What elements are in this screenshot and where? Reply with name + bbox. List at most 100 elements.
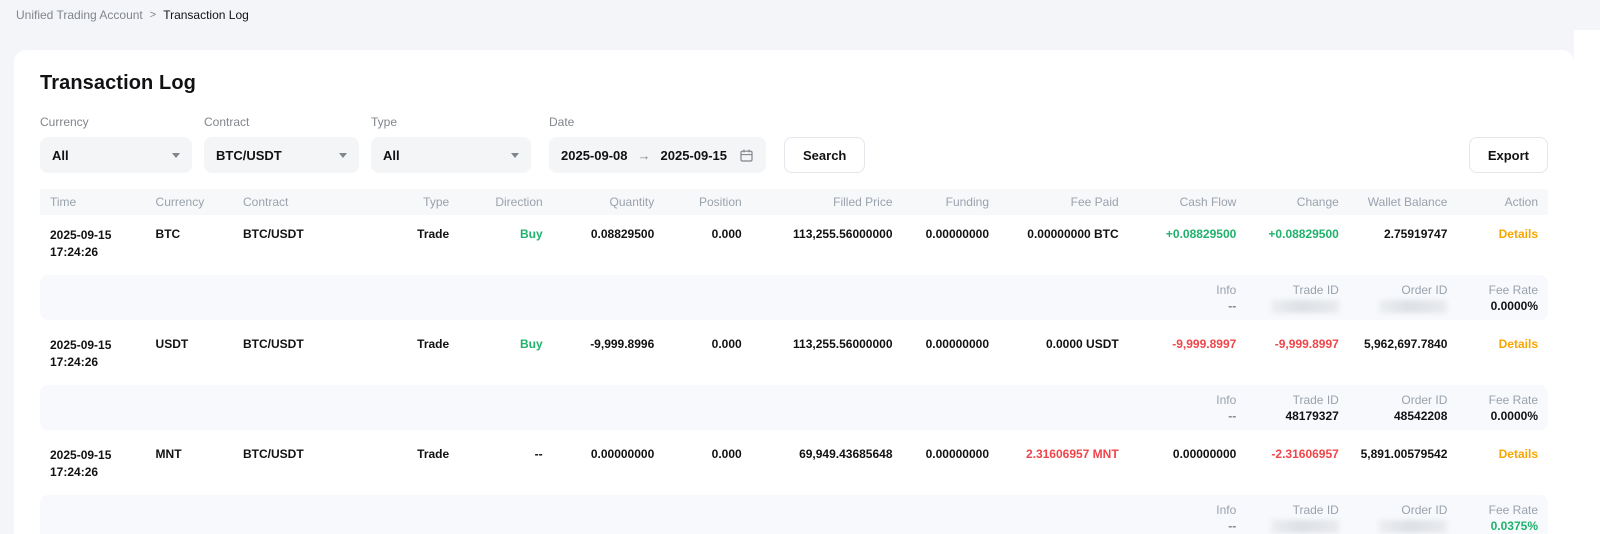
- change-value: +0.08829500: [1268, 227, 1338, 241]
- direction-value: Buy: [520, 227, 543, 241]
- type-filter-value: All: [383, 148, 400, 163]
- cell-direction: --: [459, 435, 552, 490]
- detail-fee-rate: Fee Rate 0.0375%: [1457, 490, 1548, 534]
- detail-trade-id-value: [1256, 518, 1339, 534]
- fee-paid-value: 0.0000 USDT: [1046, 337, 1119, 351]
- col-header-action: Action: [1457, 189, 1548, 215]
- detail-order-id-label: Order ID: [1359, 392, 1448, 408]
- cell-time-clock: 17:24:26: [50, 464, 136, 481]
- redacted-value: [1379, 300, 1447, 313]
- detail-order-id: Order ID: [1349, 490, 1458, 534]
- details-link[interactable]: Details: [1499, 227, 1538, 241]
- detail-info-label: Info: [1139, 502, 1237, 518]
- contract-filter-value: BTC/USDT: [216, 148, 282, 163]
- cell-time-date: 2025-09-15: [50, 337, 136, 354]
- detail-trade-id: Trade ID: [1246, 490, 1349, 534]
- cell-currency: MNT: [146, 435, 233, 490]
- chevron-down-icon: [339, 153, 347, 158]
- cell-filled-price: 113,255.56000000: [752, 325, 903, 380]
- cell-time-date: 2025-09-15: [50, 447, 136, 464]
- cell-change: -2.31606957: [1246, 435, 1349, 490]
- details-link[interactable]: Details: [1499, 447, 1538, 461]
- cell-time-clock: 17:24:26: [50, 244, 136, 261]
- detail-spacer: [40, 490, 1129, 534]
- contract-filter-select[interactable]: BTC/USDT: [204, 137, 359, 173]
- redacted-value: [1271, 520, 1339, 533]
- cash-flow-value: -9,999.8997: [1172, 337, 1236, 351]
- chevron-down-icon: [511, 153, 519, 158]
- cell-time-date: 2025-09-15: [50, 227, 136, 244]
- cell-type: Trade: [384, 215, 459, 270]
- cell-position: 0.000: [664, 215, 751, 270]
- cell-currency: USDT: [146, 325, 233, 380]
- cell-wallet-balance: 5,891.00579542: [1349, 435, 1458, 490]
- cell-type: Trade: [384, 325, 459, 380]
- cell-type: Trade: [384, 435, 459, 490]
- cell-quantity: 0.00000000: [553, 435, 665, 490]
- col-header-funding: Funding: [903, 189, 1000, 215]
- cell-quantity: -9,999.8996: [553, 325, 665, 380]
- cell-position: 0.000: [664, 435, 751, 490]
- cell-wallet-balance: 2.75919747: [1349, 215, 1458, 270]
- cell-action: Details: [1457, 325, 1548, 380]
- date-end-value: 2025-09-15: [661, 148, 728, 163]
- cell-contract: BTC/USDT: [233, 325, 384, 380]
- detail-info: Info --: [1129, 270, 1247, 325]
- currency-filter-group: Currency All: [40, 115, 192, 173]
- currency-filter-select[interactable]: All: [40, 137, 192, 173]
- table-detail-row: Info -- Trade ID: [40, 270, 1548, 325]
- date-range-arrow: →: [638, 148, 651, 163]
- detail-info: Info --: [1129, 380, 1247, 435]
- table-row: 2025-09-15 17:24:26 USDT BTC/USDT Trade …: [40, 325, 1548, 380]
- table-detail-row: Info -- Trade ID 48179327: [40, 380, 1548, 435]
- detail-fee-rate: Fee Rate 0.0000%: [1457, 270, 1548, 325]
- breadcrumb: Unified Trading Account > Transaction Lo…: [0, 0, 1600, 30]
- detail-info-value: --: [1139, 518, 1237, 534]
- fee-paid-value: 0.00000000 BTC: [1027, 227, 1118, 241]
- cell-action: Details: [1457, 215, 1548, 270]
- cell-funding: 0.00000000: [903, 325, 1000, 380]
- cell-fee-paid: 0.0000 USDT: [999, 325, 1129, 380]
- date-range-picker[interactable]: 2025-09-08 → 2025-09-15: [549, 137, 766, 173]
- details-link[interactable]: Details: [1499, 337, 1538, 351]
- cell-time-clock: 17:24:26: [50, 354, 136, 371]
- search-button[interactable]: Search: [784, 137, 865, 173]
- calendar-icon: [739, 148, 754, 163]
- col-header-currency: Currency: [146, 189, 233, 215]
- redacted-value: [1271, 300, 1339, 313]
- date-start-value: 2025-09-08: [561, 148, 628, 163]
- cell-direction: Buy: [459, 325, 552, 380]
- fee-paid-value: 2.31606957 MNT: [1026, 447, 1119, 461]
- col-header-position: Position: [664, 189, 751, 215]
- table-header-row: Time Currency Contract Type Direction Qu…: [40, 189, 1548, 215]
- cell-cash-flow: +0.08829500: [1129, 215, 1247, 270]
- cell-funding: 0.00000000: [903, 435, 1000, 490]
- cell-currency: BTC: [146, 215, 233, 270]
- detail-info-value: --: [1139, 298, 1237, 314]
- cell-action: Details: [1457, 435, 1548, 490]
- col-header-wallet-balance: Wallet Balance: [1349, 189, 1458, 215]
- detail-fee-rate-value: 0.0000%: [1467, 298, 1538, 314]
- detail-trade-id-label: Trade ID: [1256, 282, 1339, 298]
- type-filter-select[interactable]: All: [371, 137, 531, 173]
- transaction-table: Time Currency Contract Type Direction Qu…: [40, 189, 1548, 534]
- page-title: Transaction Log: [40, 72, 1548, 95]
- cell-fee-paid: 0.00000000 BTC: [999, 215, 1129, 270]
- breadcrumb-current: Transaction Log: [163, 8, 249, 22]
- detail-trade-id-value: [1256, 298, 1339, 314]
- cell-position: 0.000: [664, 325, 751, 380]
- detail-info-value: --: [1139, 408, 1237, 424]
- cell-cash-flow: -9,999.8997: [1129, 325, 1247, 380]
- breadcrumb-parent-link[interactable]: Unified Trading Account: [16, 8, 143, 22]
- cell-wallet-balance: 5,962,697.7840: [1349, 325, 1458, 380]
- detail-fee-rate-label: Fee Rate: [1467, 502, 1538, 518]
- col-header-direction: Direction: [459, 189, 552, 215]
- col-header-type: Type: [384, 189, 459, 215]
- export-button[interactable]: Export: [1469, 137, 1548, 173]
- currency-filter-label: Currency: [40, 115, 192, 129]
- table-row: 2025-09-15 17:24:26 BTC BTC/USDT Trade B…: [40, 215, 1548, 270]
- date-filter-label: Date: [549, 115, 766, 129]
- col-header-filled-price: Filled Price: [752, 189, 903, 215]
- detail-order-id-value: [1359, 518, 1448, 534]
- cell-funding: 0.00000000: [903, 215, 1000, 270]
